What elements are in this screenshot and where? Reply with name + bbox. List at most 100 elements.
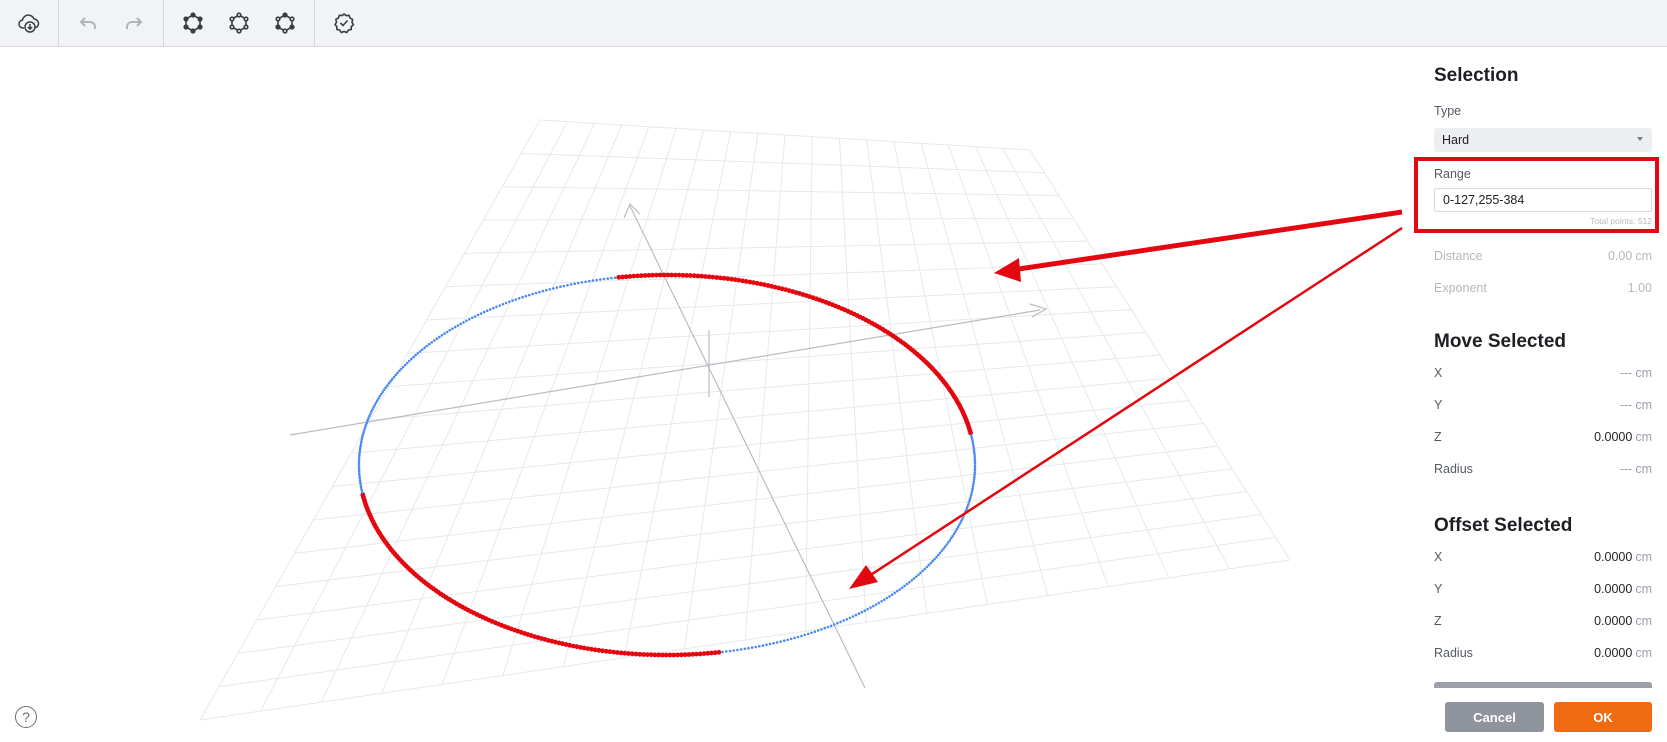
unselected-point[interactable] [361, 435, 364, 439]
3d-viewport[interactable] [0, 48, 1415, 742]
unselected-point[interactable] [358, 472, 361, 476]
unselected-point[interactable] [966, 505, 969, 509]
unselected-point[interactable] [357, 463, 361, 466]
unselected-point[interactable] [971, 485, 975, 488]
unselected-point[interactable] [459, 322, 463, 326]
unselected-point[interactable] [927, 563, 931, 567]
move-x-value[interactable]: --- cm [1620, 366, 1652, 380]
unselected-point[interactable] [613, 276, 617, 280]
unselected-point[interactable] [938, 551, 942, 555]
unselected-point[interactable] [440, 334, 444, 337]
unselected-point[interactable] [880, 600, 883, 603]
unselected-point[interactable] [972, 450, 976, 453]
unselected-point[interactable] [569, 283, 573, 286]
unselected-point[interactable] [903, 584, 906, 588]
unselected-point[interactable] [851, 615, 855, 618]
unselected-point[interactable] [559, 285, 562, 289]
unselected-point[interactable] [430, 341, 434, 344]
unselected-point[interactable] [860, 610, 864, 614]
unselected-point[interactable] [414, 353, 417, 357]
unselected-point[interactable] [367, 417, 370, 420]
unselected-point[interactable] [810, 631, 813, 635]
unselected-point[interactable] [854, 613, 858, 617]
unselected-point[interactable] [725, 650, 728, 653]
unselected-point[interactable] [495, 305, 498, 309]
unselected-point[interactable] [606, 277, 609, 280]
unselected-point[interactable] [360, 488, 364, 492]
offset-x-value[interactable]: 0.0000 cm [1594, 550, 1652, 564]
unselected-point[interactable] [358, 453, 361, 457]
unselected-point[interactable] [573, 282, 576, 286]
unselected-point[interactable] [925, 565, 929, 569]
unselected-point[interactable] [969, 494, 973, 497]
unselected-point[interactable] [945, 543, 948, 546]
unselected-point[interactable] [398, 369, 401, 373]
unselected-point[interactable] [973, 471, 977, 474]
unselected-point[interactable] [358, 449, 362, 452]
unselected-point[interactable] [376, 399, 379, 402]
unselected-point[interactable] [555, 286, 559, 289]
unselected-point[interactable] [358, 479, 362, 483]
unselected-point[interactable] [392, 375, 396, 379]
unselected-point[interactable] [772, 642, 775, 645]
unselected-point[interactable] [566, 283, 569, 287]
unselected-point[interactable] [580, 281, 584, 284]
unselected-point[interactable] [739, 648, 743, 651]
unselected-point[interactable] [425, 344, 429, 348]
unselected-point[interactable] [524, 294, 528, 298]
unselected-point[interactable] [914, 575, 918, 578]
offset-y-value[interactable]: 0.0000 cm [1594, 582, 1652, 596]
unselected-point[interactable] [885, 596, 889, 600]
unselected-point[interactable] [527, 293, 531, 297]
redo-button[interactable] [116, 5, 152, 41]
unselected-point[interactable] [508, 300, 511, 304]
unselected-point[interactable] [358, 451, 361, 455]
unselected-point[interactable] [893, 591, 896, 595]
unselected-point[interactable] [923, 567, 927, 571]
unselected-point[interactable] [361, 433, 365, 436]
unselected-point[interactable] [451, 327, 454, 331]
unselected-point[interactable] [786, 638, 789, 642]
unselected-point[interactable] [888, 595, 891, 598]
unselected-point[interactable] [453, 325, 457, 329]
offset-z-value[interactable]: 0.0000 cm [1594, 614, 1652, 628]
unselected-point[interactable] [377, 397, 380, 400]
unselected-point[interactable] [438, 335, 441, 339]
unselected-point[interactable] [848, 616, 852, 620]
unselected-point[interactable] [360, 440, 363, 443]
unselected-point[interactable] [421, 348, 424, 351]
unselected-point[interactable] [732, 649, 735, 652]
unselected-point[interactable] [970, 492, 973, 495]
unselected-point[interactable] [972, 478, 976, 481]
unselected-point[interactable] [972, 482, 975, 486]
unselected-point[interactable] [489, 308, 492, 311]
unselected-point[interactable] [971, 443, 975, 446]
unselected-point[interactable] [511, 299, 514, 302]
unselected-point[interactable] [957, 523, 961, 527]
unselected-point[interactable] [931, 559, 934, 563]
unselected-point[interactable] [973, 454, 976, 458]
unselected-point[interactable] [479, 312, 483, 315]
unselected-point[interactable] [538, 290, 541, 294]
unselected-point[interactable] [940, 549, 944, 553]
unselected-point[interactable] [971, 440, 975, 444]
unselected-point[interactable] [473, 315, 477, 318]
unselected-point[interactable] [357, 467, 361, 471]
unselected-point[interactable] [829, 624, 833, 628]
unselected-point[interactable] [562, 284, 566, 288]
unselected-point[interactable] [370, 410, 373, 413]
unselected-point[interactable] [599, 278, 602, 281]
unselected-point[interactable] [521, 295, 524, 299]
invert-selection-button[interactable] [267, 5, 303, 41]
unselected-point[interactable] [462, 321, 465, 324]
unselected-point[interactable] [736, 648, 739, 652]
unselected-point[interactable] [384, 386, 388, 389]
unselected-point[interactable] [921, 569, 924, 573]
unselected-point[interactable] [857, 612, 861, 615]
unselected-point[interactable] [552, 287, 555, 290]
unselected-point[interactable] [418, 350, 422, 353]
unselected-point[interactable] [973, 468, 977, 472]
unselected-point[interactable] [973, 452, 976, 456]
unselected-point[interactable] [482, 310, 486, 314]
unselected-point[interactable] [969, 496, 972, 500]
